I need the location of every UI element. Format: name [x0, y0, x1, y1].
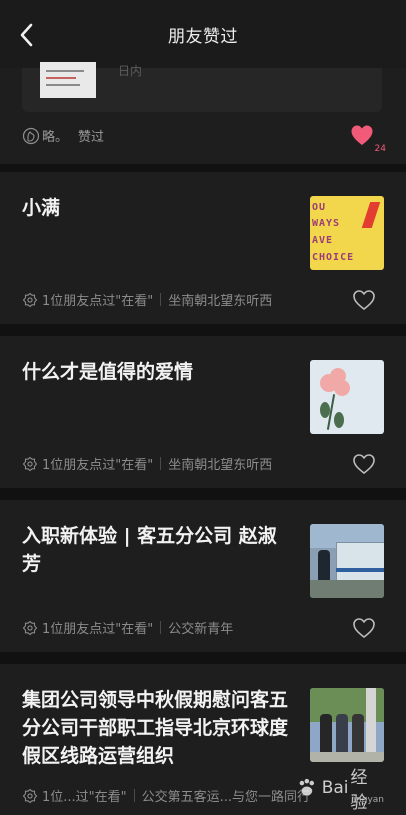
- heart-outline-icon: [353, 454, 375, 475]
- preview-snippet: 日内: [118, 64, 143, 78]
- article-card-partial[interactable]: 日内 略。 赞过 24: [0, 62, 406, 164]
- watermark-suffix: 经验: [350, 768, 368, 813]
- source-name: 坐南朝北望东听西: [168, 458, 273, 473]
- back-chevron-icon: [20, 23, 33, 47]
- heart-outline-icon: [353, 618, 375, 639]
- watch-badge-icon: [22, 620, 38, 635]
- like-button[interactable]: 24: [350, 124, 386, 154]
- article-card[interactable]: 入职新体验 | 客五分公司 赵淑芳 1位朋友点过"在看" 公交新青年: [0, 500, 406, 652]
- friend-avatar-icon: [22, 127, 40, 144]
- like-button[interactable]: [352, 289, 376, 311]
- liked-label: 赞过: [78, 130, 105, 145]
- meta-divider: [160, 457, 162, 470]
- watch-badge-icon: [22, 456, 38, 471]
- thumb-text-3: AVE: [312, 235, 334, 246]
- liked-meta: 略。 赞过: [22, 126, 104, 145]
- flower-petal: [334, 380, 350, 396]
- source-name: 公交第五客运...与您一路同行: [141, 790, 311, 805]
- meta-divider: [160, 621, 162, 634]
- article-thumbnail: [310, 688, 384, 762]
- thumb-person: [318, 550, 330, 584]
- watch-badge-icon: [22, 788, 38, 803]
- thumb-person: [336, 714, 348, 754]
- article-meta: 1位...过"在看" 公交第五客运...与您一路同行: [22, 786, 310, 805]
- top-header: 朋友赞过: [0, 0, 406, 69]
- baidu-paw-icon: [299, 778, 315, 796]
- watch-count-label: 1位...过"在看": [42, 790, 127, 805]
- like-button[interactable]: [352, 453, 376, 475]
- page-title: 朋友赞过: [168, 26, 238, 47]
- thumb-person: [352, 714, 364, 754]
- article-card[interactable]: 集团公司领导中秋假期慰问客五分公司干部职工指导北京环球度假区线路运营组织 1位.…: [0, 664, 406, 815]
- article-meta: 1位朋友点过"在看" 公交新青年: [22, 618, 233, 637]
- baidu-jingyan-watermark: Bai 经验 jingyan: [296, 768, 384, 813]
- back-button[interactable]: [10, 18, 44, 52]
- watch-count-label: 1位朋友点过"在看": [42, 294, 154, 309]
- friend-name: 略。: [42, 130, 69, 145]
- article-title: 什么才是值得的爱情: [22, 361, 194, 383]
- article-thumbnail: [310, 524, 384, 598]
- article-meta: 1位朋友点过"在看" 坐南朝北望东听西: [22, 454, 272, 473]
- like-count: 24: [374, 144, 386, 154]
- article-preview[interactable]: 日内: [22, 62, 382, 112]
- watch-count-label: 1位朋友点过"在看": [42, 458, 154, 473]
- app-root: 朋友赞过 日内 略。 赞过 24 小满 OU WAYS AVE CHOICE 1…: [0, 0, 406, 815]
- heart-filled-icon: [351, 125, 373, 145]
- source-name: 公交新青年: [168, 622, 234, 637]
- thumb-text-2: WAYS: [312, 218, 341, 229]
- article-title: 小满: [22, 197, 61, 219]
- watermark-main: Bai: [321, 778, 349, 798]
- article-thumbnail: OU WAYS AVE CHOICE: [310, 196, 384, 270]
- thumb-bus: [336, 542, 384, 582]
- article-title: 集团公司领导中秋假期慰问客五分公司干部职工指导北京环球度假区线路运营组织: [22, 689, 289, 767]
- thumb-ground: [310, 580, 384, 598]
- thumb-ground: [310, 752, 384, 762]
- article-card[interactable]: 小满 OU WAYS AVE CHOICE 1位朋友点过"在看" 坐南朝北望东听…: [0, 172, 406, 324]
- watermark-sub: jingyan: [351, 795, 384, 805]
- thumb-bus-stripe: [336, 568, 384, 572]
- preview-thumbnail: [40, 62, 96, 98]
- article-thumbnail: [310, 360, 384, 434]
- lightning-icon: [361, 202, 381, 228]
- meta-divider: [133, 789, 135, 802]
- thumb-text-4: CHOICE: [312, 252, 355, 263]
- flower-leaf: [334, 412, 344, 428]
- thumb-text-1: OU: [312, 202, 327, 213]
- flower-leaf: [320, 402, 330, 418]
- like-button[interactable]: [352, 617, 376, 639]
- meta-divider: [160, 293, 162, 306]
- article-card[interactable]: 什么才是值得的爱情 1位朋友点过"在看" 坐南朝北望东听西: [0, 336, 406, 488]
- heart-outline-icon: [353, 290, 375, 311]
- thumb-pillar: [366, 688, 376, 762]
- source-name: 坐南朝北望东听西: [168, 294, 273, 309]
- watch-count-label: 1位朋友点过"在看": [42, 622, 154, 637]
- watch-badge-icon: [22, 292, 38, 307]
- thumb-person: [320, 714, 332, 754]
- article-meta: 1位朋友点过"在看" 坐南朝北望东听西: [22, 290, 272, 309]
- article-title: 入职新体验 | 客五分公司 赵淑芳: [22, 525, 277, 575]
